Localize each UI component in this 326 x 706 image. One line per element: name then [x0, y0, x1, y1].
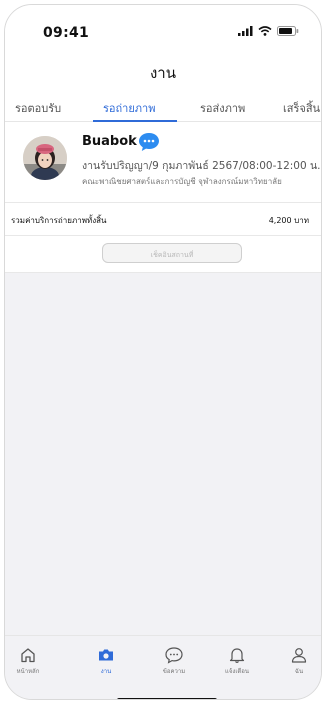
tab-pending-shoot[interactable]: รอถ่ายภาพ	[103, 99, 155, 117]
total-row: รวมค่าบริการถ่ายภาพทั้งสิ้น 4,200 บาท	[5, 203, 321, 236]
status-time: 09:41	[43, 25, 90, 41]
nav-jobs[interactable]: งาน	[86, 646, 126, 676]
chat-icon[interactable]	[138, 132, 160, 156]
nav-messages[interactable]: ข้อความ	[154, 646, 194, 676]
total-value: 4,200 บาท	[268, 216, 309, 225]
job-card[interactable]: Buabok งานรับปริญญา/9 กุมภาพันธ์ 2567/08…	[5, 122, 321, 203]
nav-messages-label: ข้อความ	[162, 668, 186, 675]
job-location: คณะพาณิชยศาสตร์และการบัญชี จุฬาลงกรณ์มหา…	[82, 177, 282, 186]
tab-pending-accept[interactable]: รอตอบรับ	[15, 99, 61, 117]
nav-notifications[interactable]: แจ้งเตือน	[217, 646, 257, 676]
tab-completed[interactable]: เสร็จสิ้น	[283, 99, 320, 117]
nav-home[interactable]: หน้าหลัก	[8, 646, 48, 676]
tab-bar: รอตอบรับ รอถ่ายภาพ รอส่งภาพ เสร็จสิ้น	[5, 91, 321, 122]
photographer-name: Buabok	[82, 134, 137, 149]
job-detail: งานรับปริญญา/9 กุมภาพันธ์ 2567/08:00-12:…	[82, 160, 321, 172]
nav-jobs-label: งาน	[100, 668, 112, 675]
user-icon	[291, 648, 307, 663]
signal-icon	[238, 26, 253, 36]
page-title: งาน	[149, 64, 176, 82]
camera-icon	[99, 649, 113, 661]
bell-icon	[229, 648, 245, 663]
tab-pending-delivery[interactable]: รอส่งภาพ	[200, 99, 245, 117]
app-header: งาน	[5, 47, 321, 92]
nav-notifications-label: แจ้งเตือน	[225, 668, 249, 675]
action-row: เช็คอินสถานที่	[5, 236, 321, 273]
total-label: รวมค่าบริการถ่ายภาพทั้งสิ้น	[11, 216, 107, 225]
battery-icon	[277, 26, 299, 36]
status-icons	[238, 26, 299, 36]
status-bar: 09:41	[5, 5, 321, 47]
home-icon	[21, 648, 35, 663]
nav-profile[interactable]: ฉัน	[279, 646, 319, 676]
nav-profile-label: ฉัน	[294, 668, 304, 675]
phone-frame: 09:41 งาน รอตอบรับ รอถ่ายภาพ รอส่งภาพ เส…	[4, 4, 322, 700]
bottom-navigation: หน้าหลัก งาน ข้อความ แจ้งเตือน ฉัน	[5, 635, 321, 699]
check-in-button[interactable]: เช็คอินสถานที่	[102, 243, 242, 263]
home-indicator	[117, 698, 217, 699]
chat-bubble-icon	[165, 647, 183, 664]
wifi-icon	[258, 26, 272, 36]
nav-home-label: หน้าหลัก	[16, 668, 40, 675]
avatar[interactable]	[23, 136, 67, 180]
